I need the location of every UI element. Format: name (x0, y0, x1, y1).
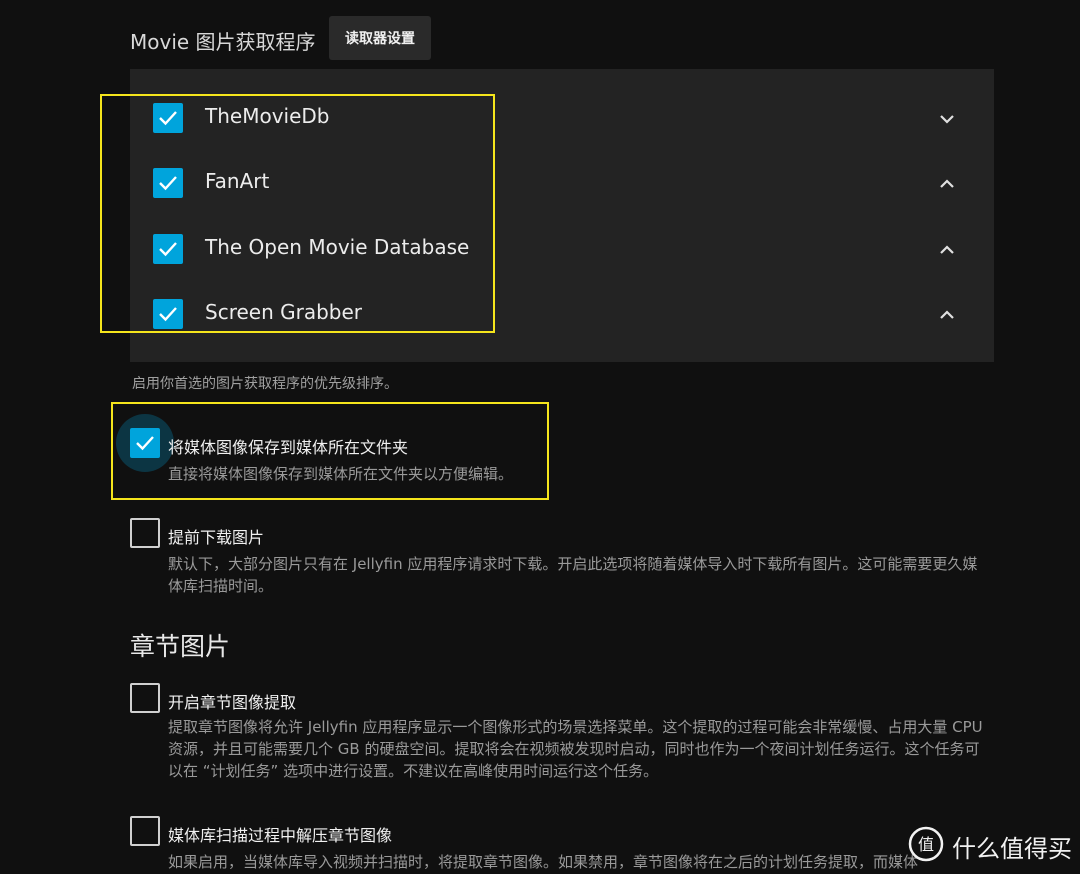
chapter-during-scan-description: 如果启用，当媒体库导入视频并扫描时，将提取章节图像。如果禁用，章节图像将在之后的… (168, 853, 919, 871)
chevron-up-icon[interactable] (937, 177, 957, 191)
chapter-during-scan-checkbox[interactable] (130, 816, 160, 846)
chapter-during-scan-label: 媒体库扫描过程中解压章节图像 (168, 826, 393, 845)
download-images-checkbox[interactable] (130, 518, 160, 548)
highlight-box (111, 402, 549, 500)
chapter-extract-description: 提取章节图像将允许 Jellyfin 应用程序显示一个图像形式的场景选择菜单。这… (168, 718, 983, 780)
chapter-extract-label: 开启章节图像提取 (168, 693, 297, 712)
watermark-text: 什么值得买 (952, 835, 1072, 863)
download-images-label: 提前下载图片 (168, 528, 265, 547)
chevron-down-icon[interactable] (937, 112, 957, 126)
chevron-up-icon[interactable] (937, 308, 957, 322)
highlight-box (100, 94, 495, 333)
chapter-extract-checkbox[interactable] (130, 683, 160, 713)
smzdm-logo-icon: 值 (908, 826, 944, 862)
fetcher-helper-text: 启用你首选的图片获取程序的优先级排序。 (132, 376, 398, 392)
chapter-section-title: 章节图片 (130, 632, 231, 661)
download-images-description: 默认下，大部分图片只有在 Jellyfin 应用程序请求时下载。开启此选项将随着… (168, 555, 978, 595)
section-title: Movie 图片获取程序 (130, 30, 316, 54)
reader-settings-button[interactable]: 读取器设置 (329, 16, 431, 60)
chevron-up-icon[interactable] (937, 243, 957, 257)
svg-text:值: 值 (918, 835, 934, 854)
